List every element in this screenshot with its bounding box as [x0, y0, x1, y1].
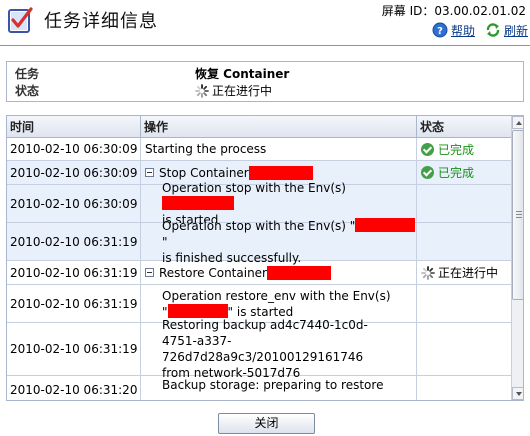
operation-cell: Operation stop with the Env(s) is starte…	[141, 181, 417, 227]
operation-text-block: Restoring backup ad4c7440-1c0d- 4751-a33…	[162, 317, 416, 381]
refresh-link[interactable]: 刷新	[485, 21, 528, 39]
operation-cell: Restore Container	[141, 261, 417, 284]
in-progress-spinner-icon	[195, 84, 209, 98]
header: 任务详细信息 屏幕 ID：03.00.02.01.02 ? 帮助 刷新	[0, 0, 530, 42]
operation-text: Starting the process	[145, 142, 267, 156]
status-cell: 正在进行中	[417, 261, 511, 284]
status-row: 状态 正在进行中	[7, 82, 523, 100]
redaction-block	[248, 165, 313, 180]
collapse-toggle-icon[interactable]	[145, 268, 154, 277]
grid-rows: 2010-02-10 06:30:09 Starting the process…	[7, 138, 511, 400]
grip-icon	[516, 211, 522, 218]
operation-text-block: Operation stop with the Env(s) "" is fin…	[162, 217, 416, 266]
refresh-icon	[486, 23, 500, 37]
status-text: 已完成	[438, 142, 475, 157]
time-cell: 2010-02-10 06:31:20	[7, 376, 141, 400]
operation-text: Stop Container	[159, 165, 249, 180]
table-row[interactable]: 2010-02-10 06:31:19 Operation stop with …	[7, 217, 511, 265]
task-log-grid: 时间 操作 状态 2010-02-10 06:30:09 Starting th…	[6, 115, 524, 401]
status-cell	[417, 285, 511, 322]
redaction-block	[355, 217, 416, 232]
status-cell	[417, 323, 511, 375]
redaction-block	[167, 303, 228, 318]
help-label: 帮助	[451, 23, 476, 38]
task-row: 任务 恢复 Container	[7, 65, 523, 83]
column-header-operation[interactable]: 操作	[141, 116, 417, 138]
operation-line: Backup storage: preparing to restore	[162, 378, 384, 392]
status-cell	[417, 185, 511, 222]
table-row[interactable]: 2010-02-10 06:31:19 Restore Container 正在…	[7, 261, 511, 285]
task-info-panel: 任务 恢复 Container 状态 正在进行中	[6, 61, 524, 102]
table-row[interactable]: 2010-02-10 06:31:20 Backup storage: prep…	[7, 376, 511, 400]
time-cell: 2010-02-10 06:31:19	[7, 323, 141, 375]
operation-line-end: "	[162, 234, 168, 249]
table-row[interactable]: 2010-02-10 06:31:19 Restoring backup ad4…	[7, 318, 511, 380]
status-cell	[417, 376, 511, 400]
scroll-up-icon[interactable]	[512, 116, 523, 129]
grid-header: 时间 操作 状态	[7, 116, 511, 138]
status-value-wrap: 正在进行中	[195, 82, 272, 99]
column-header-status[interactable]: 状态	[417, 116, 511, 138]
status-cell: 已完成	[417, 161, 511, 184]
svg-text:?: ?	[437, 26, 443, 37]
in-progress-spinner-icon	[421, 265, 435, 280]
check-icon	[421, 166, 434, 179]
column-header-time[interactable]: 时间	[7, 116, 141, 138]
task-value: 恢复 Container	[195, 67, 290, 81]
operation-line: Operation stop with the Env(s) "	[162, 218, 356, 233]
header-divider	[0, 45, 530, 46]
operation-line: Operation stop with the Env(s)	[162, 180, 346, 195]
table-row[interactable]: 2010-02-10 06:30:09 Starting the process…	[7, 138, 511, 161]
operation-line: 4751-a337-726d7d28a9c3/20100129161746	[162, 334, 364, 364]
status-cell	[417, 223, 511, 260]
operation-line: Restoring backup ad4c7440-1c0d-	[162, 318, 368, 332]
time-cell: 2010-02-10 06:30:09	[7, 161, 141, 184]
operation-cell: Backup storage: preparing to restore	[141, 376, 417, 400]
operation-cell: Restoring backup ad4c7440-1c0d- 4751-a33…	[141, 318, 417, 380]
collapse-toggle-icon[interactable]	[145, 168, 154, 177]
refresh-label: 刷新	[504, 23, 529, 38]
time-cell: 2010-02-10 06:31:19	[7, 261, 141, 284]
help-link[interactable]: ? 帮助	[432, 21, 475, 39]
time-cell: 2010-02-10 06:30:09	[7, 185, 141, 222]
redaction-block	[162, 195, 234, 210]
time-cell: 2010-02-10 06:31:19	[7, 223, 141, 260]
help-icon: ?	[432, 22, 448, 38]
check-icon	[421, 142, 434, 156]
redaction-block	[267, 265, 331, 280]
operation-cell: Operation stop with the Env(s) "" is fin…	[141, 217, 417, 265]
close-button[interactable]: 关闭	[218, 413, 315, 434]
status-value: 正在进行中	[212, 84, 273, 98]
time-cell: 2010-02-10 06:31:19	[7, 285, 141, 322]
scroll-thumb[interactable]	[512, 130, 523, 300]
scroll-down-icon[interactable]	[512, 387, 523, 400]
operation-text: Restore Container	[159, 265, 267, 280]
task-checklist-icon	[8, 7, 33, 33]
task-label: 任务	[15, 67, 40, 81]
time-cell: 2010-02-10 06:30:09	[7, 138, 141, 160]
status-cell: 已完成	[417, 138, 511, 160]
operation-line: Operation restore_env with the Env(s)	[162, 288, 391, 303]
status-label: 状态	[15, 84, 40, 98]
operation-cell: Starting the process	[141, 138, 417, 160]
vertical-scrollbar[interactable]	[511, 116, 523, 400]
operation-text-block: Operation restore_env with the Env(s) " "…	[162, 288, 391, 320]
status-text: 正在进行中	[438, 266, 499, 280]
page-title: 任务详细信息	[44, 11, 158, 32]
status-text: 已完成	[438, 166, 475, 180]
screen-id: 屏幕 ID：03.00.02.01.02	[381, 4, 526, 18]
